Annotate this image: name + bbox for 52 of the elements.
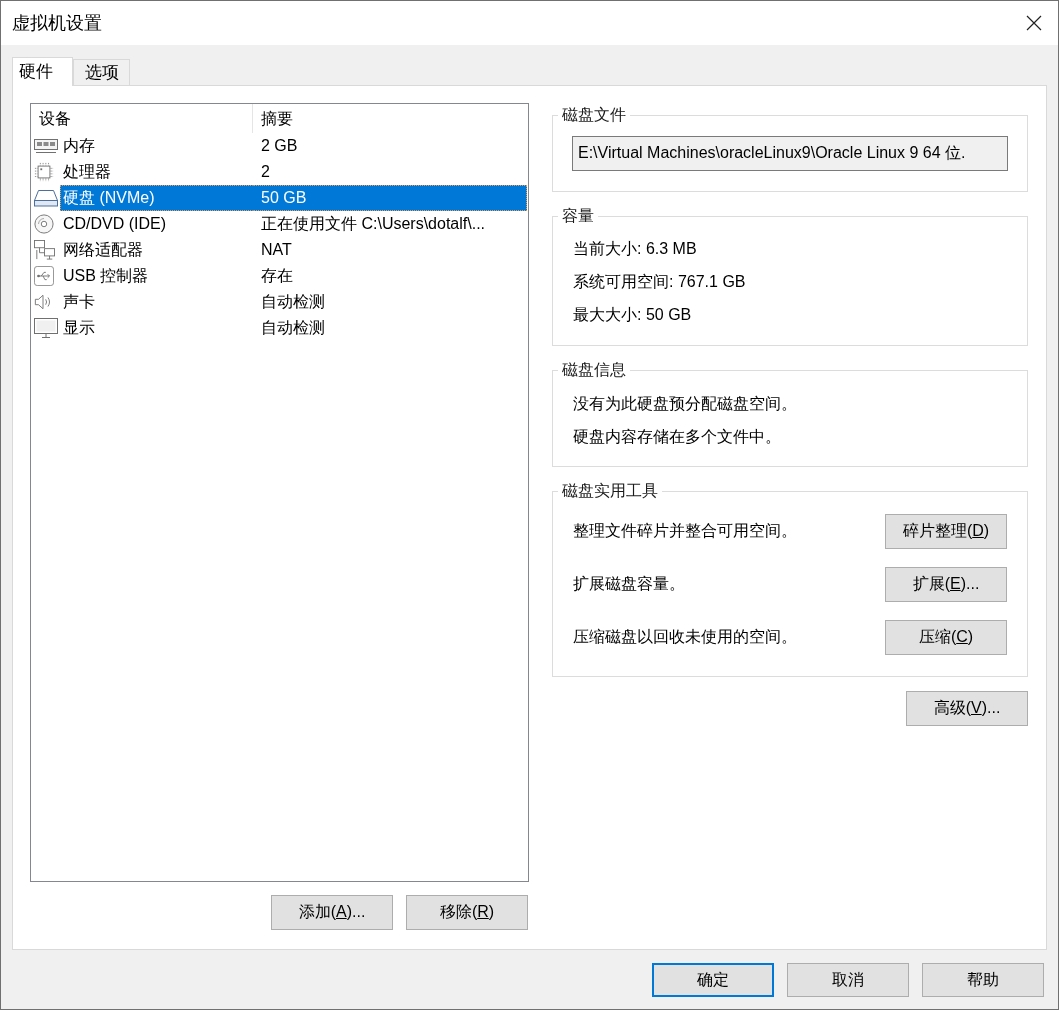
memory-module-icon <box>34 138 58 154</box>
tab[interactable]: 硬件 <box>12 57 73 86</box>
device-name[interactable]: 内存 <box>60 133 253 159</box>
utility-button[interactable]: 扩展(E)... <box>885 567 1007 602</box>
close-icon[interactable] <box>1026 15 1042 31</box>
device-summary[interactable]: 2 <box>253 159 527 185</box>
device-summary[interactable]: 正在使用文件 C:\Users\dotalf\... <box>253 211 527 237</box>
monitor-icon <box>34 318 58 338</box>
utility-button[interactable]: 压缩(C) <box>885 620 1007 655</box>
device-summary[interactable]: 自动检测 <box>253 289 527 315</box>
list-action-button[interactable]: 添加(A)... <box>271 895 393 930</box>
utility-description: 扩展磁盘容量。 <box>573 574 685 594</box>
dialog-button[interactable]: 取消 <box>787 963 909 997</box>
networked-computers-icon <box>34 240 56 260</box>
device-name[interactable]: USB 控制器 <box>60 263 253 289</box>
column-header[interactable]: 摘要 <box>253 104 528 133</box>
path-field[interactable]: E:\Virtual Machines\oracleLinux9\Oracle Linux 9 64 位. <box>572 136 1008 171</box>
speaker-icon <box>34 293 52 311</box>
group-title: 磁盘实用工具 <box>561 481 659 501</box>
utility-description: 整理文件碎片并整合可用空间。 <box>573 521 797 541</box>
device-summary[interactable]: 2 GB <box>253 133 527 159</box>
device-summary[interactable]: 50 GB <box>253 185 527 211</box>
device-summary[interactable]: 自动检测 <box>253 315 527 341</box>
device-summary[interactable]: NAT <box>253 237 527 263</box>
window-title: 虚拟机设置 <box>12 12 102 35</box>
disc-icon <box>34 214 54 234</box>
group-title: 磁盘信息 <box>561 360 627 380</box>
column-header[interactable]: 设备 <box>31 104 253 133</box>
device-name[interactable]: CD/DVD (IDE) <box>60 211 253 237</box>
dialog-button[interactable]: 帮助 <box>922 963 1044 997</box>
group-title: 容量 <box>561 206 595 226</box>
drive-icon <box>34 189 58 207</box>
capacity-text: 当前大小: 6.3 MB <box>573 239 698 259</box>
device-name[interactable]: 硬盘 (NVMe) <box>60 185 253 211</box>
dialog-button[interactable]: 确定 <box>652 963 774 997</box>
capacity-text: 最大大小: 50 GB <box>573 305 693 325</box>
group-title: 磁盘文件 <box>561 105 627 125</box>
tab[interactable]: 选项 <box>73 59 130 85</box>
device-name[interactable]: 声卡 <box>60 289 253 315</box>
device-name[interactable]: 网络适配器 <box>60 237 253 263</box>
usb-icon <box>34 266 54 286</box>
info-text: 没有为此硬盘预分配磁盘空间。 <box>573 394 798 414</box>
device-name[interactable]: 处理器 <box>60 159 253 185</box>
info-text: 硬盘内容存储在多个文件中。 <box>573 427 782 447</box>
device-summary[interactable]: 存在 <box>253 263 527 289</box>
chip-icon <box>34 162 54 182</box>
advanced-button[interactable]: 高级(V)... <box>906 691 1028 726</box>
list-action-button[interactable]: 移除(R) <box>406 895 528 930</box>
capacity-text: 系统可用空间: 767.1 GB <box>573 272 747 292</box>
utility-button[interactable]: 碎片整理(D) <box>885 514 1007 549</box>
device-name[interactable]: 显示 <box>60 315 253 341</box>
utility-description: 压缩磁盘以回收未使用的空间。 <box>573 627 797 647</box>
